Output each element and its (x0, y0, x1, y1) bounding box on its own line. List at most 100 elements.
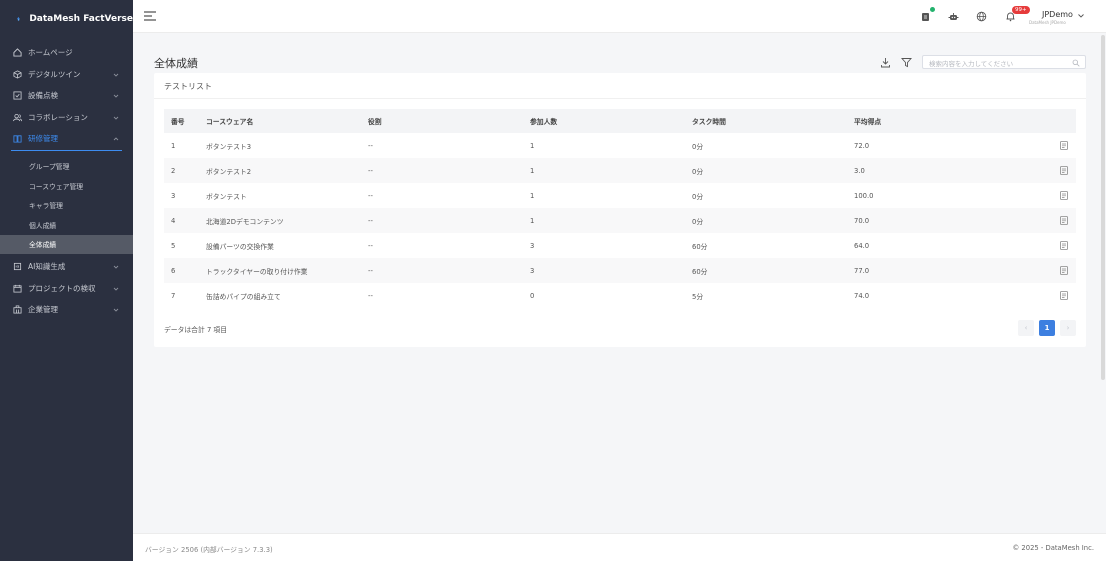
checklist-icon (13, 91, 22, 100)
table-cell: 缶詰めパイプの組み立て (206, 292, 281, 301)
table-row[interactable]: 6 トラックタイヤーの取り付け作業 -- 3 60分 77.0 (164, 258, 1076, 283)
clipboard-status-icon[interactable] (920, 11, 931, 22)
online-status-dot (930, 7, 935, 12)
report-detail-icon[interactable] (1060, 191, 1068, 200)
table-cell: ボタンテスト3 (206, 142, 252, 151)
table-cell: 3 (530, 266, 535, 275)
table-cell: 1 (530, 166, 535, 175)
table-cell: 74.0 (854, 291, 870, 300)
column-header[interactable]: 番号 (171, 116, 185, 126)
page-scrollbar[interactable] (1101, 35, 1105, 380)
download-icon[interactable] (880, 57, 891, 68)
datamesh-logo-icon (17, 16, 20, 22)
globe-icon[interactable] (976, 11, 987, 22)
footer: バージョン 2506 (内部バージョン 7.3.3) © 2025 - Data… (133, 533, 1106, 561)
pagination-next-button[interactable]: › (1060, 320, 1076, 336)
report-detail-icon[interactable] (1060, 291, 1068, 300)
table-cell: 6 (171, 266, 176, 275)
total-count: データは合計 7 項目 (164, 326, 228, 334)
report-detail-icon[interactable] (1060, 241, 1068, 250)
report-detail-icon[interactable] (1060, 166, 1068, 175)
table-row[interactable]: 5 設備パーツの交換作業 -- 3 60分 64.0 (164, 233, 1076, 258)
table-cell: 60分 (692, 267, 708, 276)
sidebar-subitem-label: 全体成績 (29, 241, 57, 250)
sidebar-subitem-personal-results[interactable]: 個人成績 (0, 215, 133, 235)
book-icon (13, 134, 22, 143)
column-header[interactable]: コースウェア名 (206, 116, 253, 126)
table-cell: -- (368, 266, 373, 275)
table-cell: 70.0 (854, 216, 870, 225)
menu-toggle-icon[interactable] (144, 10, 156, 22)
report-detail-icon[interactable] (1060, 266, 1068, 275)
table-row[interactable]: 1 ボタンテスト3 -- 1 0分 72.0 (164, 133, 1076, 158)
sidebar-item-label: プロジェクトの検収 (28, 283, 96, 293)
sidebar-item-project-acceptance[interactable]: プロジェクトの検収 (0, 278, 133, 300)
table-cell: -- (368, 141, 373, 150)
sidebar-subitem-courseware[interactable]: コースウェア管理 (0, 176, 133, 196)
chevron-down-icon[interactable] (1077, 12, 1085, 20)
sidebar-subitem-label: キャラ管理 (29, 202, 63, 211)
column-header[interactable]: タスク時間 (692, 116, 726, 126)
table-row[interactable]: 3 ボタンテスト -- 1 0分 100.0 (164, 183, 1076, 208)
version-text: バージョン 2506 (内部バージョン 7.3.3) (145, 546, 273, 554)
page-title: 全体成績 (154, 57, 198, 70)
brand-name: DataMesh FactVerse (29, 14, 133, 24)
table-row[interactable]: 2 ボタンテスト2 -- 1 0分 3.0 (164, 158, 1076, 183)
table-row[interactable]: 7 缶詰めパイプの組み立て -- 0 5分 74.0 (164, 283, 1076, 308)
user-subtitle: DataMesh JPDemo (1029, 20, 1066, 25)
sidebar-item-label: デジタルツイン (28, 69, 81, 79)
table-cell: 4 (171, 216, 176, 225)
table-cell: -- (368, 166, 373, 175)
sidebar-item-home[interactable]: ホームページ (0, 42, 133, 64)
table-cell: 7 (171, 291, 176, 300)
sidebar-subitem-label: コースウェア管理 (29, 182, 84, 191)
report-detail-icon[interactable] (1060, 216, 1068, 225)
building-icon (13, 305, 22, 314)
sidebar-item-inspection[interactable]: 設備点検 (0, 85, 133, 107)
sidebar-subitem-character[interactable]: キャラ管理 (0, 196, 133, 216)
column-header[interactable]: 平均得点 (854, 116, 881, 126)
sidebar-item-training[interactable]: 研修管理 (0, 128, 133, 150)
table-cell: 64.0 (854, 241, 870, 250)
search-input[interactable]: 検索内容を入力してください (922, 55, 1086, 69)
table-cell: 5 (171, 241, 176, 250)
table-cell: 3 (171, 191, 176, 200)
table-cell: 1 (530, 191, 535, 200)
report-detail-icon[interactable] (1060, 141, 1068, 150)
sidebar-item-digital-twin[interactable]: デジタルツイン (0, 64, 133, 86)
sidebar-subitem-overall-results[interactable]: 全体成績 (0, 234, 133, 254)
table-row[interactable]: 4 北海道2Dデモコンテンツ -- 1 0分 70.0 (164, 208, 1076, 233)
sidebar-item-ai-knowledge[interactable]: AI知識生成 (0, 256, 133, 278)
sidebar-item-enterprise[interactable]: 企業管理 (0, 299, 133, 321)
sidebar-subitem-group[interactable]: グループ管理 (0, 157, 133, 177)
ai-icon (13, 262, 22, 271)
table-header-row: 番号 コースウェア名 役割 参加人数 タスク時間 平均得点 (164, 109, 1076, 133)
chevron-up-icon (113, 137, 119, 141)
chevron-down-icon (113, 73, 119, 77)
column-header[interactable]: 参加人数 (530, 116, 557, 126)
sidebar-item-label: コラボレーション (28, 112, 88, 122)
table-cell: 0分 (692, 217, 704, 226)
search-placeholder: 検索内容を入力してください (929, 60, 1014, 68)
robot-icon[interactable] (948, 11, 959, 22)
pagination-prev-button[interactable]: ‹ (1018, 320, 1034, 336)
column-header[interactable]: 役割 (368, 116, 382, 126)
search-icon (1072, 59, 1080, 67)
sidebar: DataMesh FactVerse ホームページ デジタルツイン 設備点検 コ… (0, 0, 133, 561)
results-table: 番号 コースウェア名 役割 参加人数 タスク時間 平均得点 1 ボタンテスト3 --… (164, 109, 1076, 308)
table-cell: 北海道2Dデモコンテンツ (206, 217, 284, 226)
sidebar-subitem-label: 個人成績 (29, 221, 57, 230)
sidebar-item-label: ホームページ (28, 48, 73, 58)
filter-icon[interactable] (901, 57, 912, 68)
table-cell: 0分 (692, 192, 704, 201)
table-cell: -- (368, 241, 373, 250)
top-header (133, 0, 1106, 33)
pagination-page-button[interactable]: 1 (1039, 320, 1055, 336)
table-cell: 5分 (692, 292, 704, 301)
sidebar-item-collaboration[interactable]: コラボレーション (0, 107, 133, 129)
card-title: テストリスト (164, 82, 212, 91)
user-name[interactable]: JPDemo (1042, 10, 1073, 19)
chevron-down-icon (113, 94, 119, 98)
test-list-card: テストリスト 番号 コースウェア名 役割 参加人数 タスク時間 平均得点 1 ボタ… (154, 73, 1086, 347)
brand[interactable]: DataMesh FactVerse (0, 0, 133, 38)
